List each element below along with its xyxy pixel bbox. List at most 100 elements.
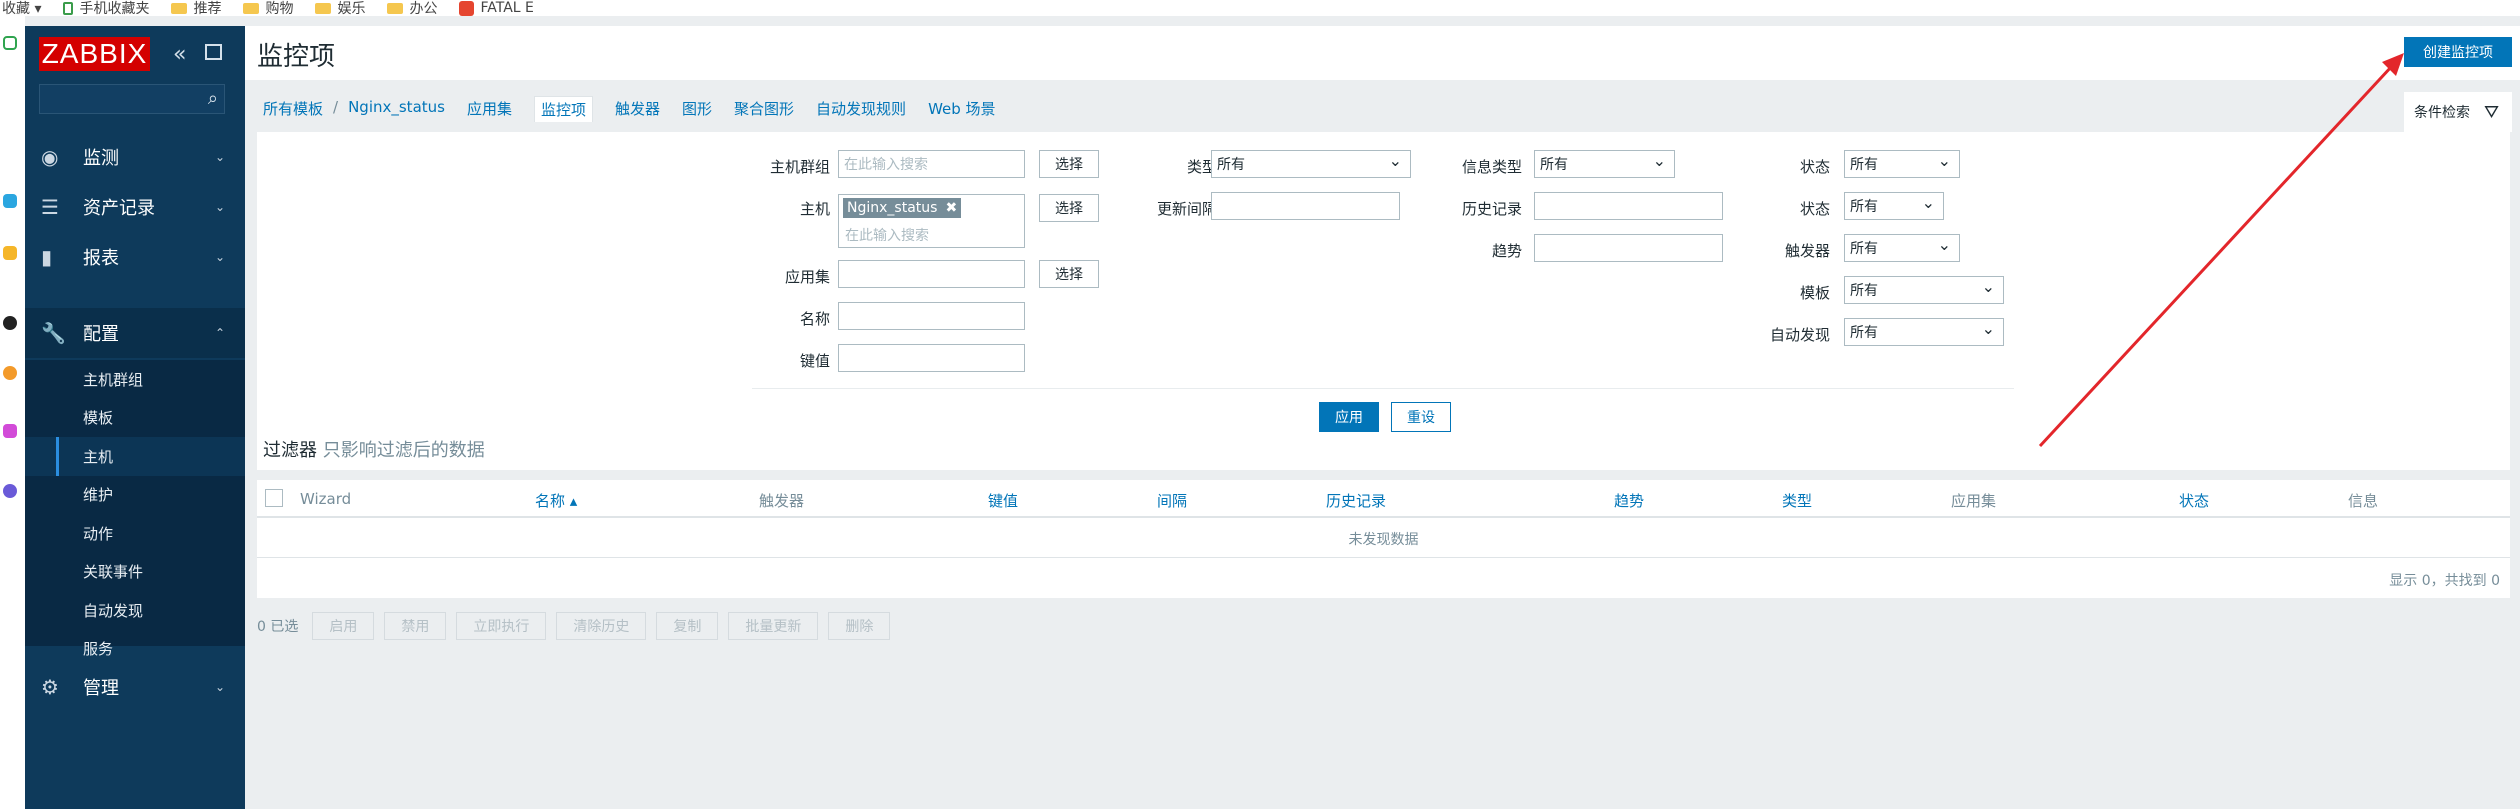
host-multiselect[interactable]: Nginx_status ✖ 在此输入搜索 — [838, 194, 1025, 248]
clear-history-button[interactable]: 清除历史 — [556, 612, 647, 640]
state-select[interactable]: 所有 — [1844, 192, 1944, 220]
menu-reports[interactable]: ▮ 报表 ⌄ — [25, 232, 245, 282]
delete-button[interactable]: 删除 — [828, 612, 891, 640]
host-group-select-button[interactable]: 选择 — [1039, 150, 1099, 178]
submenu-host-groups[interactable]: 主机群组 — [25, 360, 245, 399]
tab-items[interactable]: 监控项 — [533, 96, 593, 122]
mass-actions: 0 已选 启用 禁用 立即执行 清除历史 复制 批量更新 删除 — [257, 612, 891, 640]
items-table: Wizard 名称 ▴ 触发器 键值 间隔 历史记录 趋势 类型 应用集 状态 … — [257, 480, 2510, 598]
column-trends[interactable]: 趋势 — [1614, 490, 1644, 511]
reset-button[interactable]: 重设 — [1391, 402, 1451, 432]
submenu-maintenance[interactable]: 维护 — [25, 476, 245, 515]
application-input[interactable] — [838, 260, 1025, 288]
menu-monitoring[interactable]: ◉ 监测 ⌄ — [25, 132, 245, 182]
submenu-actions[interactable]: 动作 — [25, 514, 245, 553]
table-header: Wizard 名称 ▴ 触发器 键值 间隔 历史记录 趋势 类型 应用集 状态 … — [257, 480, 2510, 518]
list-icon: ☰ — [41, 195, 59, 219]
tab-screens[interactable]: 聚合图形 — [734, 98, 794, 122]
collapse-sidebar-icon[interactable]: « — [173, 42, 186, 67]
app-icon[interactable] — [3, 366, 17, 380]
application-select-button[interactable]: 选择 — [1039, 260, 1099, 288]
history-input[interactable] — [1534, 192, 1723, 220]
app-icon[interactable] — [3, 194, 17, 208]
column-status[interactable]: 状态 — [2179, 490, 2209, 511]
host-group-input[interactable]: 在此输入搜索 — [838, 150, 1025, 178]
status-select[interactable]: 所有 — [1844, 150, 1960, 178]
selected-count: 0 已选 — [257, 619, 299, 635]
home-icon[interactable] — [3, 36, 17, 50]
check-now-button[interactable]: 立即执行 — [456, 612, 547, 640]
tab-host-name[interactable]: Nginx_status — [348, 98, 445, 122]
key-input[interactable] — [838, 344, 1025, 372]
filter-divider — [752, 388, 2014, 389]
tab-web-scenarios[interactable]: Web 场景 — [928, 98, 995, 122]
eye-icon: ◉ — [41, 145, 59, 169]
bookmark-label: 购物 — [265, 1, 294, 16]
remove-icon[interactable]: ✖ — [945, 200, 957, 216]
submenu-templates[interactable]: 模板 — [25, 399, 245, 438]
enable-button[interactable]: 启用 — [312, 612, 375, 640]
bookmark-entertainment[interactable]: 娱乐 — [315, 0, 365, 16]
interval-input[interactable] — [1211, 192, 1400, 220]
discovery-select[interactable]: 所有 — [1844, 318, 2004, 346]
host-label: 主机 — [799, 200, 830, 218]
app-icon[interactable] — [3, 424, 17, 438]
tab-graphs[interactable]: 图形 — [682, 98, 712, 122]
folder-icon — [243, 2, 260, 14]
bookmark-fatal[interactable]: FATAL E — [459, 0, 534, 16]
name-input[interactable] — [838, 302, 1025, 330]
bookmark-label: 收藏 ▾ — [2, 1, 42, 16]
type-select[interactable]: 所有 — [1211, 150, 1411, 178]
app-icon[interactable] — [3, 484, 17, 498]
discovery-label: 自动发现 — [1769, 326, 1830, 344]
tab-all-templates[interactable]: 所有模板 — [263, 98, 323, 122]
menu-administration[interactable]: ⚙ 管理 ⌄ — [25, 662, 245, 712]
tab-triggers[interactable]: 触发器 — [615, 98, 660, 122]
tab-discovery-rules[interactable]: 自动发现规则 — [816, 98, 906, 122]
app-icon[interactable] — [3, 316, 17, 330]
column-type[interactable]: 类型 — [1782, 490, 1812, 511]
submenu-discovery[interactable]: 自动发现 — [25, 591, 245, 630]
bookmark-shopping[interactable]: 购物 — [243, 0, 293, 16]
submenu-correlation[interactable]: 关联事件 — [25, 553, 245, 592]
kiosk-mode-icon[interactable] — [205, 44, 222, 60]
trend-input[interactable] — [1534, 234, 1723, 262]
breadcrumb: 所有模板 / Nginx_status 应用集 监控项 触发器 图形 聚合图形 … — [263, 96, 996, 122]
history-label: 历史记录 — [1461, 200, 1522, 218]
bookmark-favorites[interactable]: 收藏 ▾ — [2, 0, 41, 16]
app-icon[interactable] — [3, 246, 17, 260]
submenu-hosts[interactable]: 主机 — [25, 437, 245, 476]
mass-update-button[interactable]: 批量更新 — [728, 612, 819, 640]
tab-applications[interactable]: 应用集 — [467, 98, 512, 122]
disable-button[interactable]: 禁用 — [384, 612, 447, 640]
host-group-label: 主机群组 — [769, 158, 830, 176]
status-label: 状态 — [1799, 158, 1830, 176]
bookmark-recommend[interactable]: 推荐 — [171, 0, 221, 16]
folder-icon — [387, 2, 404, 14]
zabbix-logo[interactable]: ZABBIX — [39, 37, 150, 71]
template-select[interactable]: 所有 — [1844, 276, 2004, 304]
search-icon[interactable]: ⌕ — [208, 88, 218, 109]
info-type-select[interactable]: 所有 — [1534, 150, 1675, 178]
select-all-checkbox[interactable] — [265, 489, 283, 507]
host-select-button[interactable]: 选择 — [1039, 194, 1099, 222]
trigger-select[interactable]: 所有 — [1844, 234, 1960, 262]
copy-button[interactable]: 复制 — [656, 612, 719, 640]
bookmark-mobile[interactable]: 手机收藏夹 — [63, 0, 149, 16]
apply-button[interactable]: 应用 — [1319, 402, 1379, 432]
create-item-button[interactable]: 创建监控项 — [2404, 37, 2512, 67]
menu-inventory[interactable]: ☰ 资产记录 ⌄ — [25, 182, 245, 232]
sidebar-search-input[interactable]: ⌕ — [39, 84, 225, 114]
menu-configuration[interactable]: 🔧 配置 ⌃ — [25, 308, 245, 358]
column-history[interactable]: 历史记录 — [1326, 490, 1386, 511]
column-interval[interactable]: 间隔 — [1157, 490, 1187, 511]
column-key[interactable]: 键值 — [988, 490, 1018, 511]
gear-icon: ⚙ — [41, 675, 59, 699]
bookmarks-bar: 收藏 ▾ 手机收藏夹 推荐 购物 娱乐 办公 FATAL E — [0, 0, 2520, 16]
column-name[interactable]: 名称 ▴ — [535, 490, 577, 511]
wrench-icon: 🔧 — [41, 321, 66, 345]
filter-toggle-tab[interactable]: 条件检索 ⛛ — [2404, 92, 2512, 132]
menu-label: 配置 — [83, 324, 119, 345]
column-wizard: Wizard — [300, 490, 352, 508]
bookmark-office[interactable]: 办公 — [387, 0, 437, 16]
